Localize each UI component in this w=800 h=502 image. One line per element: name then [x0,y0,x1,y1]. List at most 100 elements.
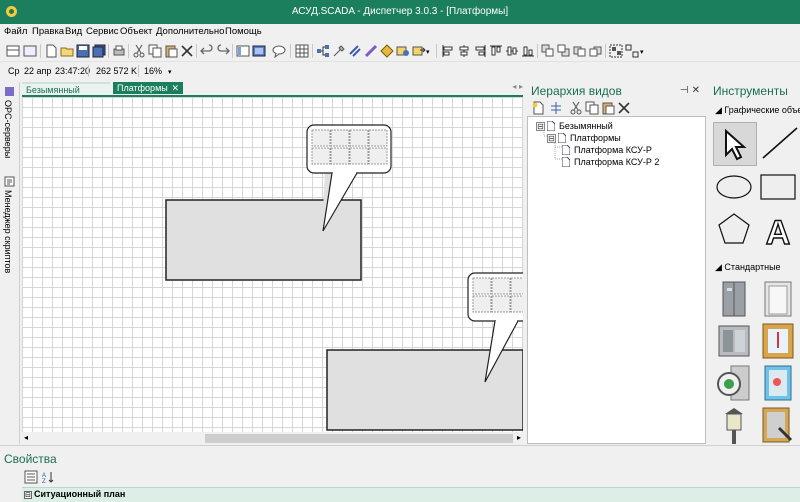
zoom-value[interactable]: 16% [144,66,162,76]
gauge-icon [717,365,750,401]
scroll-left-icon[interactable]: ◂ [24,433,28,442]
comment-icon[interactable] [272,44,286,58]
save-icon[interactable] [76,44,90,58]
dropdown-arrow-icon[interactable]: ▾ [640,48,644,56]
collapse-icon[interactable]: ⊟ [547,134,556,143]
send-back-icon[interactable] [557,44,571,58]
align-left-icon[interactable] [441,44,455,58]
redo-icon[interactable] [216,44,230,58]
menu-extra[interactable]: Дополнительно [156,26,224,37]
delete-icon[interactable] [617,101,631,115]
tab-script-manager[interactable]: Менеджер скриптов [2,174,17,284]
collapse-arrow-icon: ◢ [715,105,725,115]
undo-icon[interactable] [200,44,214,58]
align-top-icon[interactable] [489,44,503,58]
pointer-tool[interactable] [713,122,757,166]
menu-view[interactable]: Вид [65,26,82,37]
tab-nav-arrows-icon[interactable]: ◂ ▸ [512,82,523,91]
drawing-canvas[interactable] [22,95,523,434]
align-bottom-icon[interactable] [521,44,535,58]
close-panel-icon[interactable]: ✕ [692,85,700,96]
network-icon[interactable] [316,44,330,58]
tab-untitled[interactable]: Безымянный [22,82,110,95]
toolbar-grid-icon[interactable] [6,44,20,58]
toolbar-window-icon[interactable] [23,44,37,58]
menu-file[interactable]: Файл [4,26,27,37]
delete-icon[interactable] [180,44,194,58]
ellipse-tool[interactable] [713,166,755,208]
menu-object[interactable]: Объект [120,26,152,37]
pointer-icon [725,128,747,161]
bring-front-icon[interactable] [541,44,555,58]
ungroup-icon[interactable] [625,44,639,58]
pin-icon[interactable]: ⊣ [680,85,689,96]
tree-node-label: Платформа КСУ-Р [574,145,652,155]
copy-icon[interactable] [585,101,599,115]
copy-icon[interactable] [148,44,162,58]
diamond-icon[interactable] [380,44,394,58]
elevator-cabin-tool[interactable] [713,320,755,362]
text-tool[interactable]: A [757,208,799,252]
paste-icon[interactable] [164,44,178,58]
door-tool[interactable] [757,278,799,320]
title-bar: АСУД.SCADA - Диспетчер 3.0.3 - [Платформ… [0,0,800,24]
cut-icon[interactable] [132,44,146,58]
thermometer-panel-tool[interactable] [757,320,799,362]
print-icon[interactable] [112,44,126,58]
street-lamp-tool[interactable] [713,404,755,446]
ellipse-icon [716,175,752,199]
menu-help[interactable]: Помощь [225,26,262,37]
hierarchy-tree-icon[interactable] [549,101,563,115]
tab-platforms[interactable]: Платформы ✕ [113,82,183,94]
scroll-thumb[interactable] [205,434,513,443]
elevator-door-tool[interactable] [713,278,755,320]
align-middle-icon[interactable] [505,44,519,58]
rectangle-tool[interactable] [757,166,799,208]
dropdown-arrow-icon[interactable]: ▾ [426,48,430,56]
close-tab-icon[interactable]: ✕ [171,82,179,94]
sort-alpha-icon[interactable]: AZ [41,470,55,484]
collapse-icon[interactable]: ⊟ [536,122,545,131]
document-icon [562,157,570,167]
key-panel-tool[interactable] [757,404,799,446]
tab-opc-servers[interactable]: OPC-серверы [2,84,17,170]
open-icon[interactable] [60,44,74,58]
categorized-icon[interactable] [24,470,38,484]
align-center-icon[interactable] [457,44,471,58]
hierarchy-title: Иерархия видов [531,84,622,98]
align-right-icon[interactable] [473,44,487,58]
panel-icon[interactable] [236,44,250,58]
script-icon [4,176,15,187]
line-tool[interactable] [757,122,799,164]
section-graphics[interactable]: ◢ Графические объе [715,105,800,116]
elevator-cabin-icon [718,325,750,357]
scroll-right-icon[interactable]: ▸ [517,433,521,442]
zoom-dropdown-icon[interactable]: ▾ [168,68,172,76]
tab-opc-servers-label: OPC-серверы [3,100,13,159]
view-icon[interactable] [252,44,266,58]
collapse-icon[interactable]: ⊟ [24,491,32,499]
forward-icon[interactable] [573,44,587,58]
menu-edit[interactable]: Правка [32,26,64,37]
new-view-icon[interactable] [531,101,545,115]
horizontal-scrollbar[interactable]: ◂ ▸ [22,432,523,445]
svg-text:A: A [766,214,791,250]
script-icon[interactable] [364,44,378,58]
paste-icon[interactable] [601,101,615,115]
group-icon[interactable] [609,44,623,58]
config-icon[interactable] [396,44,410,58]
server-icon [5,87,14,96]
backward-icon[interactable] [589,44,603,58]
cut-icon[interactable] [569,101,583,115]
polygon-tool[interactable] [713,208,755,250]
gauge-tool[interactable] [713,362,755,404]
table-icon[interactable] [295,44,309,58]
fire-panel-tool[interactable] [757,362,799,404]
section-standard[interactable]: ◢ Стандартные [715,262,781,273]
save-all-icon[interactable] [92,44,106,58]
link-icon[interactable] [348,44,362,58]
tools-icon[interactable] [332,44,346,58]
export-icon[interactable] [412,44,426,58]
new-icon[interactable] [44,44,58,58]
menu-service[interactable]: Сервис [86,26,119,37]
